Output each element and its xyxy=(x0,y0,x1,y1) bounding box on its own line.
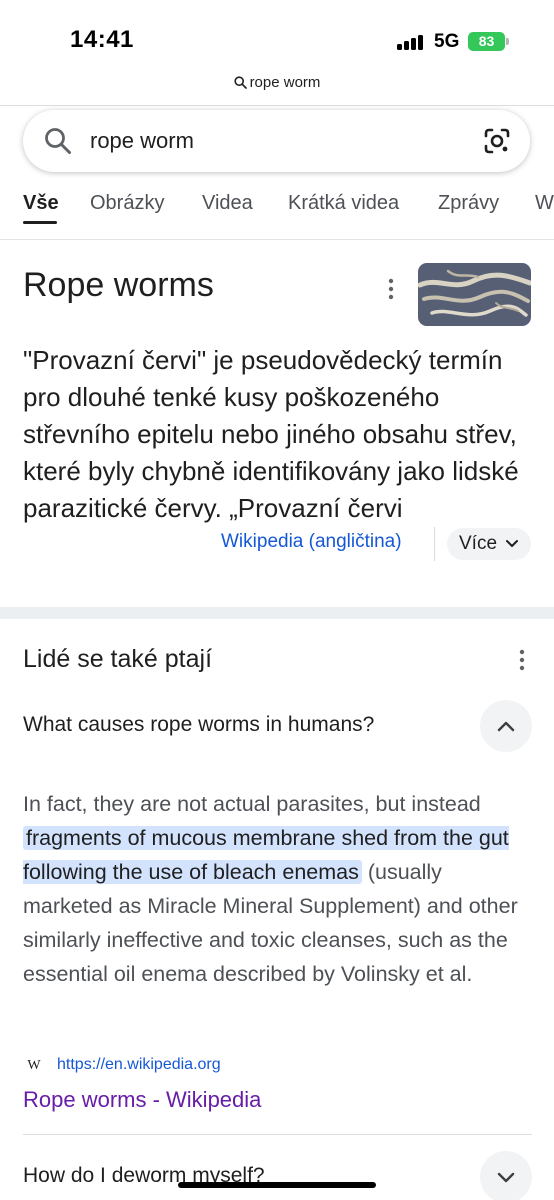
chevron-up-icon xyxy=(497,721,515,732)
more-button-label: Více xyxy=(459,533,498,554)
tab-videos[interactable]: Videa xyxy=(202,192,253,215)
status-bar: 14:41 5G 83 xyxy=(0,0,554,80)
search-icon xyxy=(233,76,247,89)
wikipedia-source-link[interactable]: Wikipedia (angličtina) xyxy=(221,531,402,553)
chevron-down-icon xyxy=(506,540,518,547)
more-options-icon[interactable] xyxy=(383,277,399,301)
battery-tip xyxy=(506,38,509,45)
wikipedia-icon: W xyxy=(27,1058,41,1073)
section-separator xyxy=(0,607,554,619)
knowledge-panel-title: Rope worms xyxy=(23,266,214,304)
question-divider xyxy=(23,1134,532,1135)
knowledge-panel-description: "Provazní červi" je pseudovědecký termín… xyxy=(23,345,519,523)
tab-news[interactable]: Zprávy xyxy=(438,192,499,215)
search-icon[interactable] xyxy=(43,126,73,156)
active-tab-indicator xyxy=(23,221,57,224)
question-text[interactable]: What causes rope worms in humans? xyxy=(23,713,374,737)
address-text: rope worm xyxy=(249,74,321,91)
more-options-icon[interactable] xyxy=(514,648,530,672)
source-title-link[interactable]: Rope worms - Wikipedia xyxy=(23,1087,261,1113)
search-input[interactable] xyxy=(90,122,470,160)
answer-text: In fact, they are not actual parasites, … xyxy=(23,787,533,991)
expand-question-button[interactable] xyxy=(480,1151,532,1200)
lens-camera-icon[interactable] xyxy=(482,126,512,156)
address-bar[interactable]: rope worm xyxy=(0,74,554,98)
tab-more[interactable]: W xyxy=(535,192,554,215)
rope-worm-image[interactable] xyxy=(418,263,531,326)
tabs-divider xyxy=(0,239,554,240)
source-url[interactable]: https://en.wikipedia.org xyxy=(57,1056,221,1074)
toolbar-divider xyxy=(0,105,554,106)
more-button[interactable]: Více xyxy=(447,528,531,560)
home-indicator[interactable] xyxy=(178,1182,376,1188)
battery-icon: 83 xyxy=(468,32,505,51)
answer-text-before: In fact, they are not actual parasites, … xyxy=(23,792,481,816)
people-also-ask-title: Lidé se také ptají xyxy=(23,645,213,673)
source-divider xyxy=(434,527,435,561)
tab-short-videos[interactable]: Krátká videa xyxy=(288,192,399,215)
search-box[interactable] xyxy=(23,110,530,172)
tab-all[interactable]: Vše xyxy=(23,192,59,215)
chevron-down-icon xyxy=(497,1172,515,1183)
signal-icon xyxy=(397,34,425,50)
tab-images[interactable]: Obrázky xyxy=(90,192,164,215)
search-tabs: Vše Obrázky Videa Krátká videa Zprávy W xyxy=(0,186,554,226)
network-type: 5G xyxy=(434,31,460,52)
collapse-question-button[interactable] xyxy=(480,700,532,752)
status-time: 14:41 xyxy=(70,26,134,53)
